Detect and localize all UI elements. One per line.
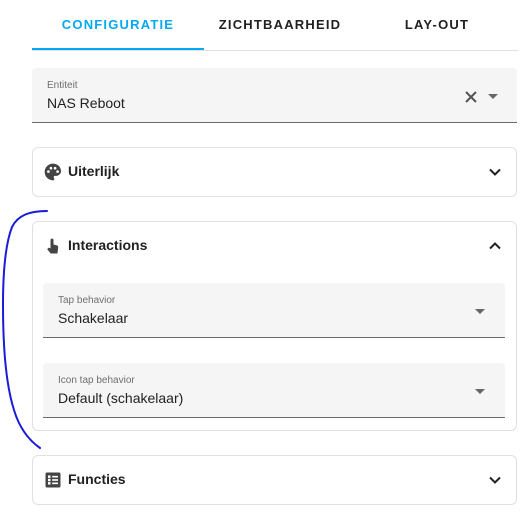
caret-down-icon bbox=[475, 309, 485, 314]
icon-tap-behavior-select[interactable]: Icon tap behavior Default (schakelaar) bbox=[43, 363, 505, 418]
interactions-panel: Interactions Tap behavior Schakelaar Ico… bbox=[32, 221, 517, 431]
chevron-down-icon bbox=[489, 168, 501, 176]
features-panel: Functies bbox=[32, 455, 517, 505]
tab-bar: CONFIGURATIE ZICHTBAARHEID LAY-OUT bbox=[32, 0, 518, 51]
tap-behavior-select[interactable]: Tap behavior Schakelaar bbox=[43, 283, 505, 338]
icon-tap-behavior-label: Icon tap behavior bbox=[58, 375, 135, 386]
features-panel-title: Functies bbox=[68, 471, 126, 487]
close-icon[interactable] bbox=[463, 89, 479, 105]
interactions-panel-header[interactable]: Interactions bbox=[33, 222, 516, 270]
tab-zichtbaarheid[interactable]: ZICHTBAARHEID bbox=[204, 0, 356, 48]
tap-behavior-label: Tap behavior bbox=[58, 295, 116, 306]
interactions-panel-title: Interactions bbox=[68, 237, 148, 253]
gesture-tap-icon bbox=[47, 238, 59, 254]
entity-field[interactable]: Entiteit NAS Reboot bbox=[32, 68, 517, 123]
entity-field-value: NAS Reboot bbox=[47, 95, 125, 111]
features-panel-header[interactable]: Functies bbox=[33, 456, 516, 504]
icon-tap-behavior-value: Default (schakelaar) bbox=[58, 390, 184, 406]
tap-behavior-value: Schakelaar bbox=[58, 310, 129, 326]
entity-field-label: Entiteit bbox=[47, 80, 78, 91]
caret-down-icon bbox=[475, 389, 485, 394]
appearance-panel-header[interactable]: Uiterlijk bbox=[33, 148, 516, 196]
chevron-down-icon bbox=[489, 476, 501, 484]
palette-icon bbox=[44, 163, 61, 181]
tab-lay-out[interactable]: LAY-OUT bbox=[356, 0, 518, 48]
tab-configuratie[interactable]: CONFIGURATIE bbox=[32, 0, 204, 50]
chevron-up-icon bbox=[489, 242, 501, 250]
list-box-icon bbox=[45, 472, 61, 488]
appearance-panel-title: Uiterlijk bbox=[68, 163, 120, 179]
appearance-panel: Uiterlijk bbox=[32, 147, 517, 197]
caret-down-icon[interactable] bbox=[488, 94, 498, 99]
